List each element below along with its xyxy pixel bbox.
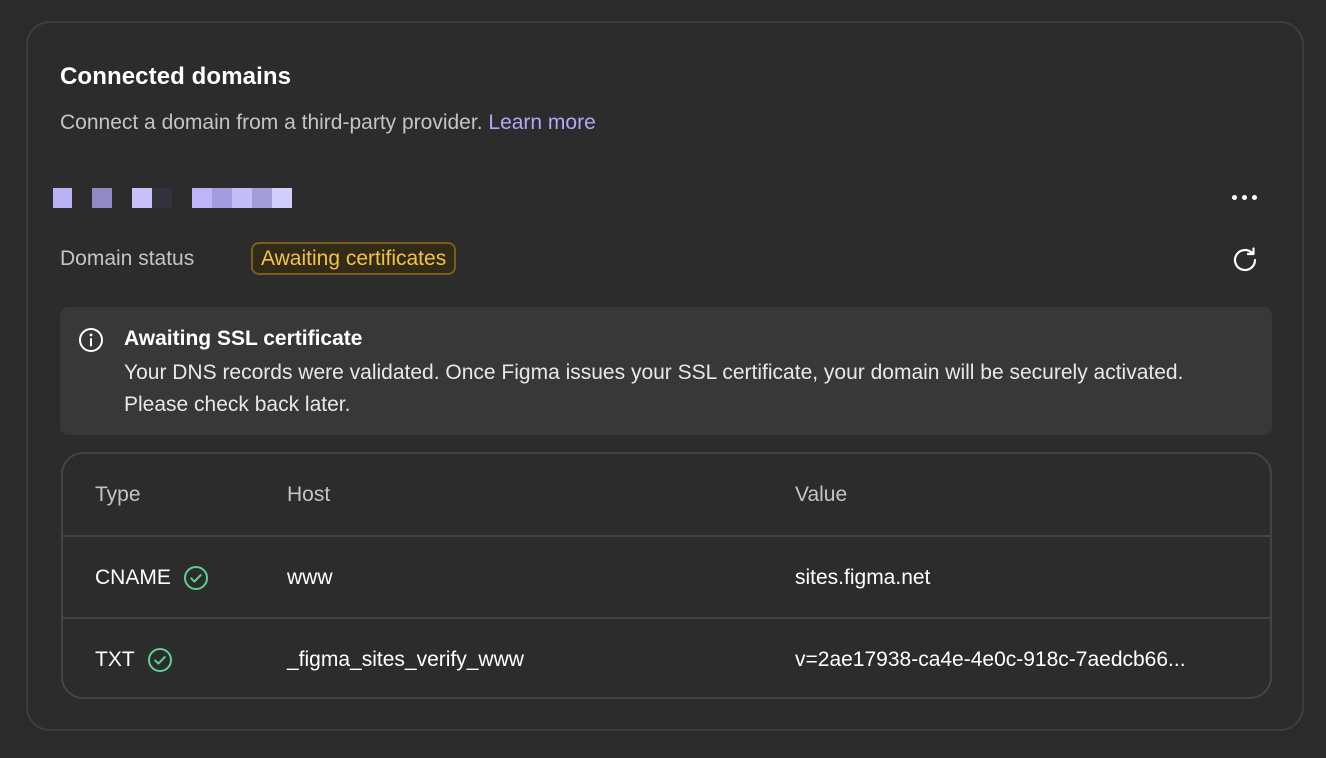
record-value-cell[interactable]: v=2ae17938-ca4e-4e0c-918c-7aedcb66...: [795, 619, 1247, 697]
record-type: TXT: [95, 647, 135, 671]
learn-more-link[interactable]: Learn more: [488, 111, 595, 134]
more-options-button[interactable]: [1224, 186, 1264, 208]
record-type-cell: TXT: [95, 619, 173, 697]
domain-name-redacted: [53, 188, 323, 210]
notice-body: Your DNS records were validated. Once Fi…: [124, 361, 1184, 416]
dot: [1241, 194, 1247, 200]
check-circle-icon: [183, 565, 208, 590]
record-type-cell: CNAME: [95, 537, 209, 618]
dot: [1251, 194, 1257, 200]
section-subtitle: Connect a domain from a third-party prov…: [60, 111, 596, 135]
column-header-type: Type: [95, 482, 141, 506]
record-value-cell[interactable]: sites.figma.net: [795, 537, 1247, 618]
notice-title: Awaiting SSL certificate: [124, 327, 363, 350]
table-header: Type Host Value: [63, 454, 1270, 535]
column-header-host: Host: [287, 482, 331, 506]
connected-domains-card: Connected domains Connect a domain from …: [26, 21, 1304, 731]
refresh-button[interactable]: [1230, 245, 1260, 275]
check-circle-icon: [147, 647, 172, 672]
subtitle-text: Connect a domain from a third-party prov…: [60, 111, 483, 134]
dot: [1231, 194, 1237, 200]
record-type: CNAME: [95, 565, 171, 589]
dns-records-table: Type Host Value CNAME www sites.figma.ne…: [61, 452, 1272, 699]
record-value: sites.figma.net: [795, 565, 931, 589]
refresh-icon: [1233, 247, 1257, 272]
record-host[interactable]: www: [287, 537, 333, 618]
table-row: TXT _figma_sites_verify_www v=2ae17938-c…: [63, 617, 1270, 697]
domain-status-label: Domain status: [60, 247, 195, 270]
record-value: v=2ae17938-ca4e-4e0c-918c-7aedcb66...: [795, 647, 1186, 671]
section-title: Connected domains: [60, 63, 292, 90]
record-host[interactable]: _figma_sites_verify_www: [287, 619, 524, 697]
column-header-value: Value: [795, 482, 848, 506]
status-badge: Awaiting certificates: [251, 242, 457, 275]
info-icon: [79, 328, 103, 352]
ssl-notice: Awaiting SSL certificate Your DNS record…: [60, 307, 1272, 435]
table-row: CNAME www sites.figma.net: [63, 535, 1270, 616]
